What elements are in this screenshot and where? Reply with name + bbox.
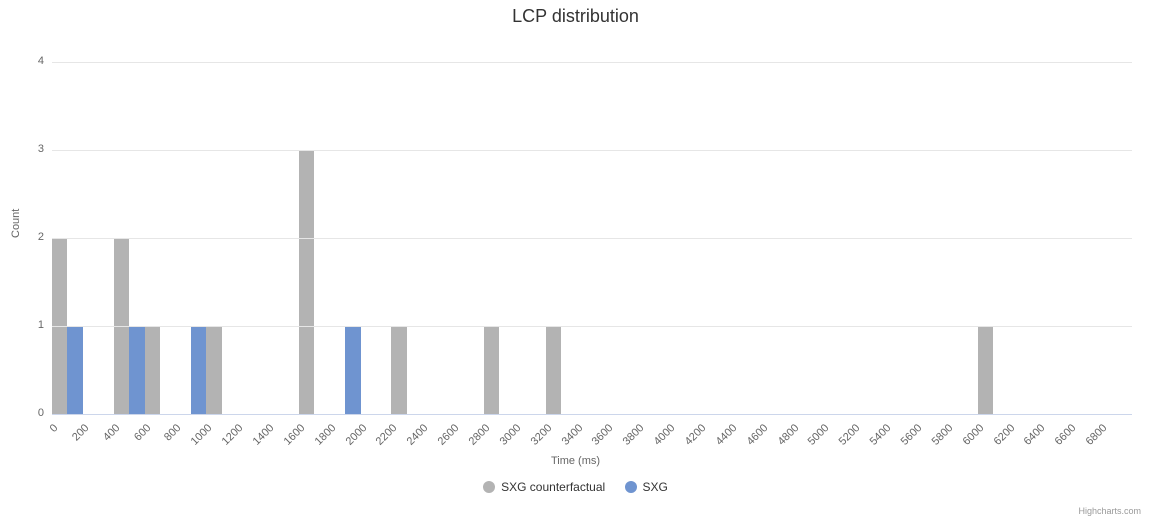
legend-item-sxg[interactable]: SXG	[625, 480, 668, 494]
x-tick-label: 200	[62, 422, 92, 452]
x-tick-label: 2800	[463, 422, 493, 452]
grid-line	[52, 414, 1132, 415]
x-tick-label: 6600	[1049, 422, 1079, 452]
circle-icon	[483, 481, 495, 493]
circle-icon	[625, 481, 637, 493]
x-tick-label: 1800	[308, 422, 338, 452]
x-tick-label: 5600	[895, 422, 925, 452]
legend-label: SXG counterfactual	[501, 480, 605, 494]
x-tick-label: 2600	[432, 422, 462, 452]
x-tick-label: 2200	[370, 422, 400, 452]
x-tick-label: 3600	[586, 422, 616, 452]
x-tick-label: 1000	[185, 422, 215, 452]
bar-counterfactual[interactable]	[484, 326, 499, 414]
x-tick-label: 1400	[247, 422, 277, 452]
x-tick-label: 6200	[987, 422, 1017, 452]
x-tick-label: 4200	[679, 422, 709, 452]
bar-counterfactual[interactable]	[206, 326, 221, 414]
x-tick-label: 2400	[401, 422, 431, 452]
bar-sxg[interactable]	[67, 326, 82, 414]
legend-item-counterfactual[interactable]: SXG counterfactual	[483, 480, 605, 494]
x-tick-label: 600	[123, 422, 153, 452]
bar-counterfactual[interactable]	[145, 326, 160, 414]
y-tick-label: 4	[0, 55, 44, 67]
x-tick-label: 6000	[956, 422, 986, 452]
grid-line	[52, 62, 1132, 63]
x-tick-label: 5200	[833, 422, 863, 452]
x-tick-label: 1600	[278, 422, 308, 452]
x-tick-label: 6400	[1018, 422, 1048, 452]
grid-line	[52, 238, 1132, 239]
x-tick-label: 3000	[494, 422, 524, 452]
x-tick-label: 5800	[926, 422, 956, 452]
legend: SXG counterfactual SXG	[0, 480, 1151, 496]
lcp-distribution-chart: LCP distribution Count 01234 02004006008…	[0, 0, 1151, 522]
bar-counterfactual[interactable]	[546, 326, 561, 414]
y-tick-label: 1	[0, 319, 44, 331]
chart-title: LCP distribution	[0, 6, 1151, 27]
x-tick-label: 5400	[864, 422, 894, 452]
x-tick-label: 3400	[555, 422, 585, 452]
x-tick-label: 4400	[710, 422, 740, 452]
x-tick-label: 2000	[339, 422, 369, 452]
x-tick-label: 800	[154, 422, 184, 452]
x-tick-label: 4800	[771, 422, 801, 452]
bar-sxg[interactable]	[345, 326, 360, 414]
bar-counterfactual[interactable]	[391, 326, 406, 414]
x-axis-title: Time (ms)	[0, 455, 1151, 467]
x-tick-label: 3800	[617, 422, 647, 452]
y-tick-label: 3	[0, 143, 44, 155]
legend-label: SXG	[643, 480, 668, 494]
y-tick-label: 0	[0, 407, 44, 419]
y-tick-label: 2	[0, 231, 44, 243]
x-tick-label: 4600	[740, 422, 770, 452]
bar-sxg[interactable]	[129, 326, 144, 414]
bar-counterfactual[interactable]	[299, 150, 314, 414]
bar-sxg[interactable]	[191, 326, 206, 414]
grid-line	[52, 150, 1132, 151]
x-tick-label: 3200	[524, 422, 554, 452]
bar-counterfactual[interactable]	[978, 326, 993, 414]
x-tick-label: 1200	[216, 422, 246, 452]
grid-line	[52, 326, 1132, 327]
x-axis-labels: 0200400600800100012001400160018002000220…	[52, 420, 1132, 450]
credits-link[interactable]: Highcharts.com	[1078, 506, 1141, 516]
x-tick-label: 4000	[648, 422, 678, 452]
x-tick-label: 400	[92, 422, 122, 452]
x-tick-label: 0	[31, 422, 61, 452]
x-tick-label: 6800	[1080, 422, 1110, 452]
x-tick-label: 5000	[802, 422, 832, 452]
